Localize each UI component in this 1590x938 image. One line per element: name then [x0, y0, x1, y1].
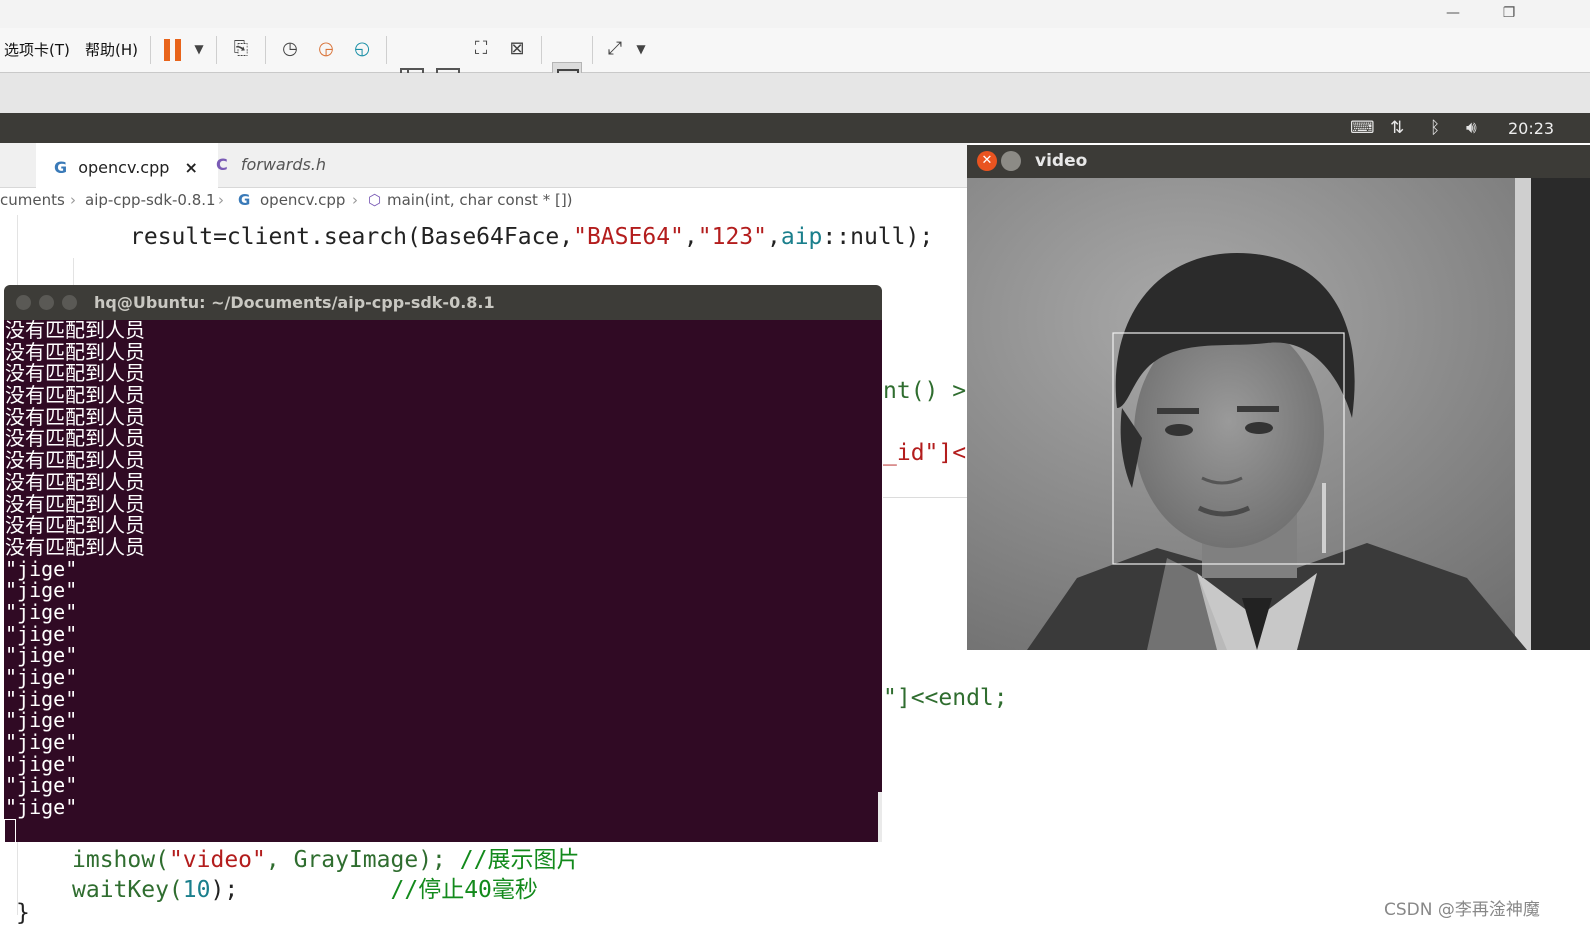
breadcrumb: cuments › aip-cpp-sdk-0.8.1 › G opencv.c… — [0, 188, 970, 214]
minimize-icon[interactable] — [39, 295, 54, 310]
host-titlebar: — ❐ — [0, 0, 1590, 28]
code-peek-line[interactable]: nt() > — [883, 378, 966, 404]
terminal-titlebar[interactable]: hq@Ubuntu: ~/Documents/aip-cpp-sdk-0.8.1 — [4, 285, 882, 320]
terminal-line: "jige" — [5, 686, 78, 711]
code-line-imshow[interactable]: imshow("video", GrayImage); //展示图片 — [72, 840, 579, 874]
terminal-lines: 没有匹配到人员 没有匹配到人员 没有匹配到人员 没有匹配到人员 没有匹配到人员 没有匹配到… — [4, 320, 882, 819]
terminal-line: "jige" — [5, 599, 78, 624]
host-tab-strip — [0, 73, 1590, 113]
code-closing-brace[interactable]: } — [16, 900, 30, 926]
bluetooth-icon[interactable]: ᛒ — [1430, 118, 1440, 138]
restore-button[interactable]: ❐ — [1494, 2, 1524, 24]
clock[interactable]: 20:23 — [1508, 119, 1554, 138]
manage-snapshots-icon[interactable]: ◵ — [349, 36, 375, 62]
host-toolbar: 选项卡(T) 帮助(H) ▼ ⎘ ◷ ◶ ◵ ⛶ ⊠ >_ ⤢ ▼ — [0, 28, 1590, 94]
terminal-output[interactable]: 没有匹配到人员 没有匹配到人员 没有匹配到人员 没有匹配到人员 没有匹配到人员 没有匹配到… — [4, 320, 882, 842]
breadcrumb-item[interactable]: main(int, char const * []) — [387, 191, 573, 209]
menu-tabs[interactable]: 选项卡(T) — [4, 39, 70, 60]
unity-mode-icon[interactable]: ⊠ — [504, 36, 530, 62]
close-icon[interactable] — [16, 295, 31, 310]
toolbar-separator — [150, 36, 151, 64]
terminal-line: "jige" — [5, 773, 78, 798]
volume-icon[interactable]: 🔊︎ — [1466, 118, 1477, 138]
revert-snapshot-icon[interactable]: ◶ — [313, 36, 339, 62]
toolbar-separator — [541, 36, 542, 64]
toolbar-separator — [386, 36, 387, 64]
breadcrumb-item[interactable]: aip-cpp-sdk-0.8.1 — [85, 191, 216, 209]
tab-label: opencv.cpp — [78, 158, 170, 177]
video-titlebar[interactable]: ✕ video — [967, 145, 1590, 178]
tab-opencv-cpp[interactable]: G opencv.cpp × — [36, 143, 218, 190]
terminal-cursor — [4, 819, 16, 842]
tab-label: forwards.h — [240, 155, 327, 174]
keyboard-icon[interactable]: ⌨ — [1350, 118, 1375, 138]
terminal-line: "jige" — [5, 708, 78, 733]
breadcrumb-item[interactable]: cuments — [0, 191, 65, 209]
code-line-search[interactable]: result=client.search(Base64Face,"BASE64"… — [130, 224, 933, 250]
menu-help[interactable]: 帮助(H) — [85, 39, 138, 60]
chevron-right-icon: › — [352, 191, 358, 209]
minimize-button[interactable]: — — [1438, 2, 1468, 24]
editor-tab-bar: G opencv.cpp × C forwards.h — [0, 143, 970, 190]
snapshot-icon[interactable]: ◷ — [277, 36, 303, 62]
cpp-file-icon: G — [238, 191, 251, 209]
terminal-line: 没有匹配到人员 — [5, 448, 145, 473]
minimize-icon[interactable] — [1001, 151, 1021, 171]
chevron-down-icon[interactable]: ▼ — [186, 36, 212, 62]
terminal-line: 没有匹配到人员 — [5, 491, 145, 516]
pause-icon[interactable] — [164, 39, 170, 61]
pause-icon-bar — [175, 39, 181, 61]
toolbar-separator — [265, 36, 266, 64]
terminal-line: 没有匹配到人员 — [5, 404, 145, 429]
close-icon[interactable]: ✕ — [977, 151, 997, 171]
terminal-line: "jige" — [5, 643, 78, 668]
terminal-line: 没有匹配到人员 — [5, 469, 145, 494]
toolbar-separator — [216, 36, 217, 64]
code-peek-line[interactable]: _id"]<< — [883, 440, 980, 466]
fullscreen-icon[interactable]: ⛶ — [468, 36, 494, 62]
tab-forwards-h[interactable]: C forwards.h — [198, 143, 364, 187]
code-peek-line[interactable]: "]<<endl; — [883, 685, 1008, 711]
send-keys-icon[interactable]: ⎘ — [228, 36, 254, 62]
terminal-line: "jige" — [5, 621, 78, 646]
terminal-line: "jige" — [5, 795, 78, 820]
indent-guide — [73, 258, 74, 288]
terminal-line: 没有匹配到人员 — [5, 361, 145, 386]
terminal-line: 没有匹配到人员 — [5, 534, 145, 559]
grayscale-camera-image — [967, 178, 1590, 650]
stretch-icon[interactable]: ⤢ — [602, 36, 628, 62]
terminal-line: 没有匹配到人员 — [5, 513, 145, 538]
function-icon: ⬡ — [368, 191, 382, 209]
chevron-down-icon[interactable]: ▼ — [628, 36, 654, 62]
terminal-line: "jige" — [5, 578, 78, 603]
cpp-file-icon: G — [54, 158, 68, 177]
terminal-title: hq@Ubuntu: ~/Documents/aip-cpp-sdk-0.8.1 — [94, 293, 495, 312]
toolbar-separator — [592, 36, 593, 64]
editor-divider — [883, 497, 970, 498]
terminal-line: "jige" — [5, 730, 78, 755]
terminal-line: 没有匹配到人员 — [5, 426, 145, 451]
terminal-line: "jige" — [5, 665, 78, 689]
video-window-title: video — [1035, 151, 1088, 171]
watermark: CSDN @李再淦神魔 — [1384, 900, 1540, 920]
breadcrumb-item[interactable]: opencv.cpp — [260, 191, 345, 209]
terminal-line: "jige" — [5, 556, 78, 581]
chevron-right-icon: › — [70, 191, 76, 209]
code-line-waitkey[interactable]: waitKey(10); //停止40毫秒 — [72, 870, 538, 904]
network-icon[interactable]: ⇅ — [1390, 118, 1404, 138]
ubuntu-top-panel: ⌨ ⇅ ᛒ 🔊︎ 20:23 — [0, 113, 1590, 143]
c-header-icon: C — [216, 155, 228, 174]
chevron-right-icon: › — [218, 191, 224, 209]
terminal-line: 没有匹配到人员 — [5, 339, 145, 364]
terminal-scrollbar[interactable] — [878, 792, 882, 842]
maximize-icon[interactable] — [62, 295, 77, 310]
terminal-line: 没有匹配到人员 — [5, 383, 145, 408]
terminal-line: "jige" — [5, 751, 78, 776]
terminal-line: 没有匹配到人员 — [5, 320, 145, 342]
close-icon[interactable]: × — [184, 158, 197, 177]
video-frame — [967, 178, 1590, 650]
